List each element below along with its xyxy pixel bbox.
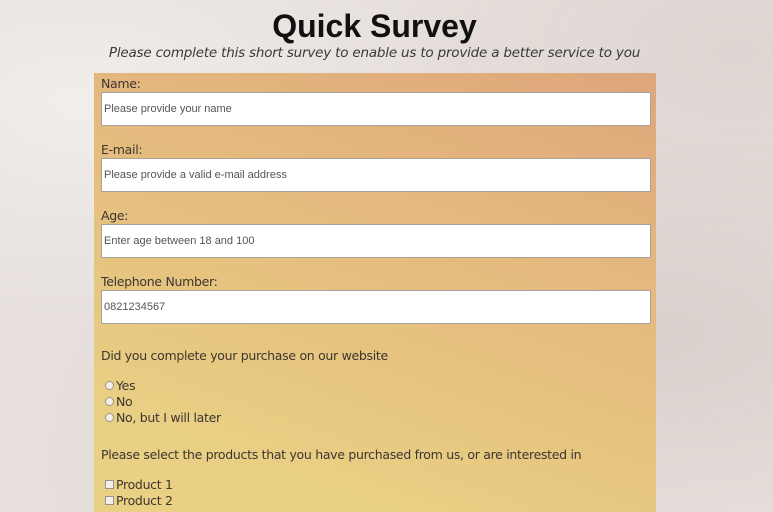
option-label: Yes: [116, 377, 136, 393]
page-title: Quick Survey: [272, 8, 477, 44]
product-option-1[interactable]: Product 1: [101, 476, 650, 492]
radio-button[interactable]: [105, 380, 114, 390]
option-label: No: [116, 393, 133, 409]
telephone-label: Telephone Number:: [101, 274, 218, 289]
name-label: Name:: [101, 76, 141, 91]
name-input[interactable]: [101, 92, 651, 126]
product-option-2[interactable]: Product 2: [101, 492, 650, 508]
option-label: Product 2: [116, 492, 173, 508]
checkbox[interactable]: [105, 495, 114, 505]
checkbox[interactable]: [105, 479, 114, 489]
purchase-option-later[interactable]: No, but I will later: [101, 409, 650, 425]
products-question: Please select the products that you have…: [101, 447, 582, 462]
purchase-question: Did you complete your purchase on our we…: [101, 348, 388, 363]
radio-button[interactable]: [105, 412, 114, 422]
purchase-option-yes[interactable]: Yes: [101, 377, 650, 393]
age-label: Age:: [101, 208, 129, 223]
purchase-option-no[interactable]: No: [101, 393, 650, 409]
survey-form: Name: E-mail: Age: Telephone Number: Did…: [94, 73, 656, 512]
email-input[interactable]: [101, 158, 651, 192]
telephone-input[interactable]: [101, 290, 651, 324]
option-label: No, but I will later: [116, 409, 221, 425]
age-input[interactable]: [101, 224, 651, 258]
radio-button[interactable]: [105, 396, 114, 406]
page-subtitle: Please complete this short survey to ena…: [108, 45, 641, 61]
email-label: E-mail:: [101, 142, 143, 157]
option-label: Product 1: [116, 476, 173, 492]
